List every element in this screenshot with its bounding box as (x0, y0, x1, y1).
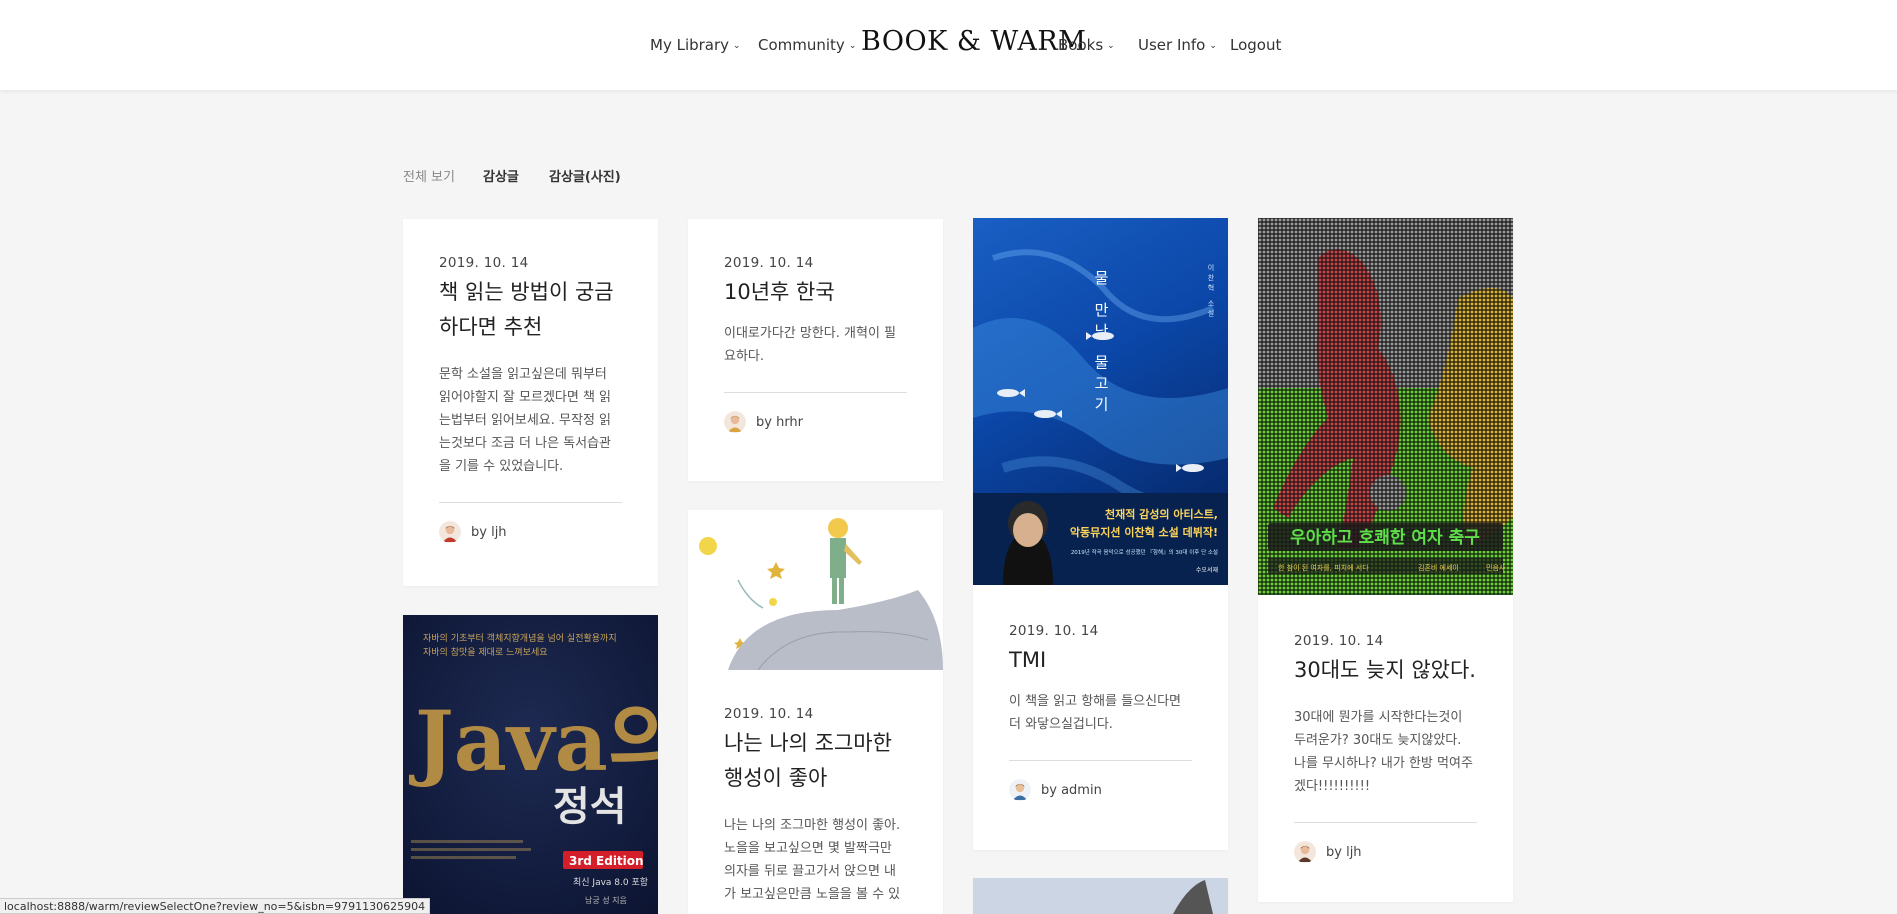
review-title[interactable]: 10년후 한국 (724, 275, 907, 310)
filter-all[interactable]: 전체 보기 (403, 166, 455, 185)
avatar (1009, 779, 1031, 801)
review-title[interactable]: 책 읽는 방법이 궁금하다면 추천 (439, 275, 622, 345)
cover-title: 우아하고 호쾌한 여자 축구 (1290, 528, 1480, 548)
divider (1294, 822, 1477, 823)
review-date: 2019. 10. 14 (439, 255, 529, 271)
book-cover-image[interactable]: 자바의 기초부터 객체지향개념을 넘어 실전활용까지 자바의 참맛을 제대로 느… (403, 615, 658, 914)
divider (724, 392, 907, 393)
nav-user-info[interactable]: User Info ⌄ (1138, 36, 1217, 54)
cover-title-2: 정석 (553, 784, 627, 830)
review-card[interactable]: 자바의 기초부터 객체지향개념을 넘어 실전활용까지 자바의 참맛을 제대로 느… (403, 615, 658, 914)
nav-label: Community (758, 36, 845, 54)
review-title[interactable]: 나는 나의 조그마한 행성이 좋아 (724, 726, 907, 796)
author-name: by admin (1041, 782, 1102, 798)
cover-author: 남궁 성 지음 (585, 896, 627, 905)
divider (439, 502, 622, 503)
divider (1009, 760, 1192, 761)
nav-label: Logout (1230, 36, 1282, 54)
review-card[interactable] (973, 878, 1228, 914)
cover-publisher: 민음사 (1486, 563, 1506, 572)
cover-text: 자바의 기초부터 객체지향개념을 넘어 실전활용까지 (423, 632, 617, 644)
nav-label: My Library (650, 36, 730, 54)
review-date: 2019. 10. 14 (1009, 623, 1099, 639)
cover-sub: 최신 Java 8.0 포함 (573, 877, 648, 888)
avatar (1294, 841, 1316, 863)
review-excerpt: 문학 소설을 읽고싶은데 뭐부터 읽어야할지 잘 모르겠다면 책 읽는법부터 읽… (439, 367, 612, 474)
book-cover-image[interactable] (973, 878, 1228, 914)
review-date: 2019. 10. 14 (1294, 633, 1384, 649)
chevron-down-icon: ⌄ (848, 41, 857, 51)
main-nav: My Library ⌄ Community ⌄ BOOK & WARM Books… (0, 0, 1897, 90)
review-card[interactable]: 2019. 10. 14 책 읽는 방법이 궁금하다면 추천 문학 소설을 읽고… (403, 219, 658, 586)
review-title[interactable]: TMI (1009, 643, 1192, 678)
author-name: by hrhr (756, 414, 804, 430)
top-header: My Library ⌄ Community ⌄ BOOK & WARM Books… (0, 0, 1897, 90)
cover-sub: 한 참이 된 여자를, 피치에 서다 (1278, 563, 1369, 572)
nav-label: User Info (1138, 36, 1206, 54)
review-image[interactable] (688, 510, 943, 670)
review-date: 2019. 10. 14 (724, 255, 814, 271)
review-author: by hrhr (724, 411, 907, 433)
cover-small-text: 2019년 작곡 음악으로 성공했던 『항해』의 30대 이후 단 소설 (1071, 548, 1218, 556)
avatar (724, 411, 746, 433)
author-name: by ljh (1326, 844, 1362, 860)
chevron-down-icon: ⌄ (1107, 41, 1115, 51)
nav-community[interactable]: Community ⌄ (758, 36, 856, 54)
cover-tagline: 악동뮤지션 이찬혁 소설 데뷔작! (1070, 525, 1218, 539)
review-card[interactable]: 2019. 10. 14 나는 나의 조그마한 행성이 좋아 나는 나의 조그마… (688, 510, 943, 914)
review-author: by ljh (1294, 841, 1477, 863)
filter-photo-reviews[interactable]: 감상글(사진) (549, 166, 621, 185)
cover-author: 김혼비 에세이 (1418, 563, 1459, 572)
review-date: 2019. 10. 14 (724, 706, 814, 722)
review-author: by admin (1009, 779, 1192, 801)
cover-text: 자바의 참맛을 제대로 느껴보세요 (423, 647, 548, 658)
nav-label: Books (1058, 36, 1104, 54)
nav-my-library[interactable]: My Library ⌄ (650, 36, 741, 54)
review-excerpt: 이대로가다간 망한다. 개혁이 필요하다. (724, 326, 897, 364)
chevron-down-icon: ⌄ (1209, 41, 1217, 51)
avatar (439, 521, 461, 543)
cover-vertical-author: 이찬혁 소설 (1207, 263, 1215, 319)
cover-publisher: 수오서재 (1196, 566, 1218, 574)
cover-tagline: 천재적 감성의 아티스트, (1105, 507, 1218, 521)
cover-title: Java의 (409, 694, 658, 790)
brand-logo[interactable]: BOOK & WARM (861, 26, 1086, 57)
filter-reviews[interactable]: 감상글 (483, 166, 519, 185)
cover-edition: 3rd Edition (569, 854, 644, 868)
chevron-down-icon: ⌄ (733, 41, 741, 51)
review-excerpt: 나는 나의 조그마한 행성이 좋아. 노을을 보고싶으면 몇 발짝극만 의자를 … (724, 818, 901, 902)
review-author: by ljh (439, 521, 622, 543)
browser-status-bar: localhost:8888/warm/reviewSelectOne?revi… (0, 898, 431, 914)
review-excerpt: 이 책을 읽고 항해를 들으신다면 더 와닿으실겁니다. (1009, 694, 1182, 732)
book-cover-image[interactable]: 물 만난 물고기 이찬혁 소설 천재적 감성의 아티스트, 악동뮤지션 이찬혁 … (973, 218, 1228, 585)
review-card[interactable]: 2019. 10. 14 10년후 한국 이대로가다간 망한다. 개혁이 필요하… (688, 219, 943, 481)
book-cover-image[interactable]: 우아하고 호쾌한 여자 축구 한 참이 된 여자를, 피치에 서다 김혼비 에세… (1258, 218, 1513, 595)
nav-logout[interactable]: Logout (1230, 36, 1281, 54)
review-card[interactable]: 우아하고 호쾌한 여자 축구 한 참이 된 여자를, 피치에 서다 김혼비 에세… (1258, 218, 1513, 902)
cover-vertical-title: 물 만난 물고기 (1092, 270, 1110, 418)
review-excerpt: 30대에 뭔가를 시작한다는것이 두려운가? 30대도 늦지않았다. 나를 무시… (1294, 710, 1473, 794)
author-name: by ljh (471, 524, 507, 540)
review-card[interactable]: 물 만난 물고기 이찬혁 소설 천재적 감성의 아티스트, 악동뮤지션 이찬혁 … (973, 218, 1228, 850)
nav-books[interactable]: Books ⌄ (1058, 36, 1115, 54)
review-title[interactable]: 30대도 늦지 않았다. (1294, 653, 1477, 688)
